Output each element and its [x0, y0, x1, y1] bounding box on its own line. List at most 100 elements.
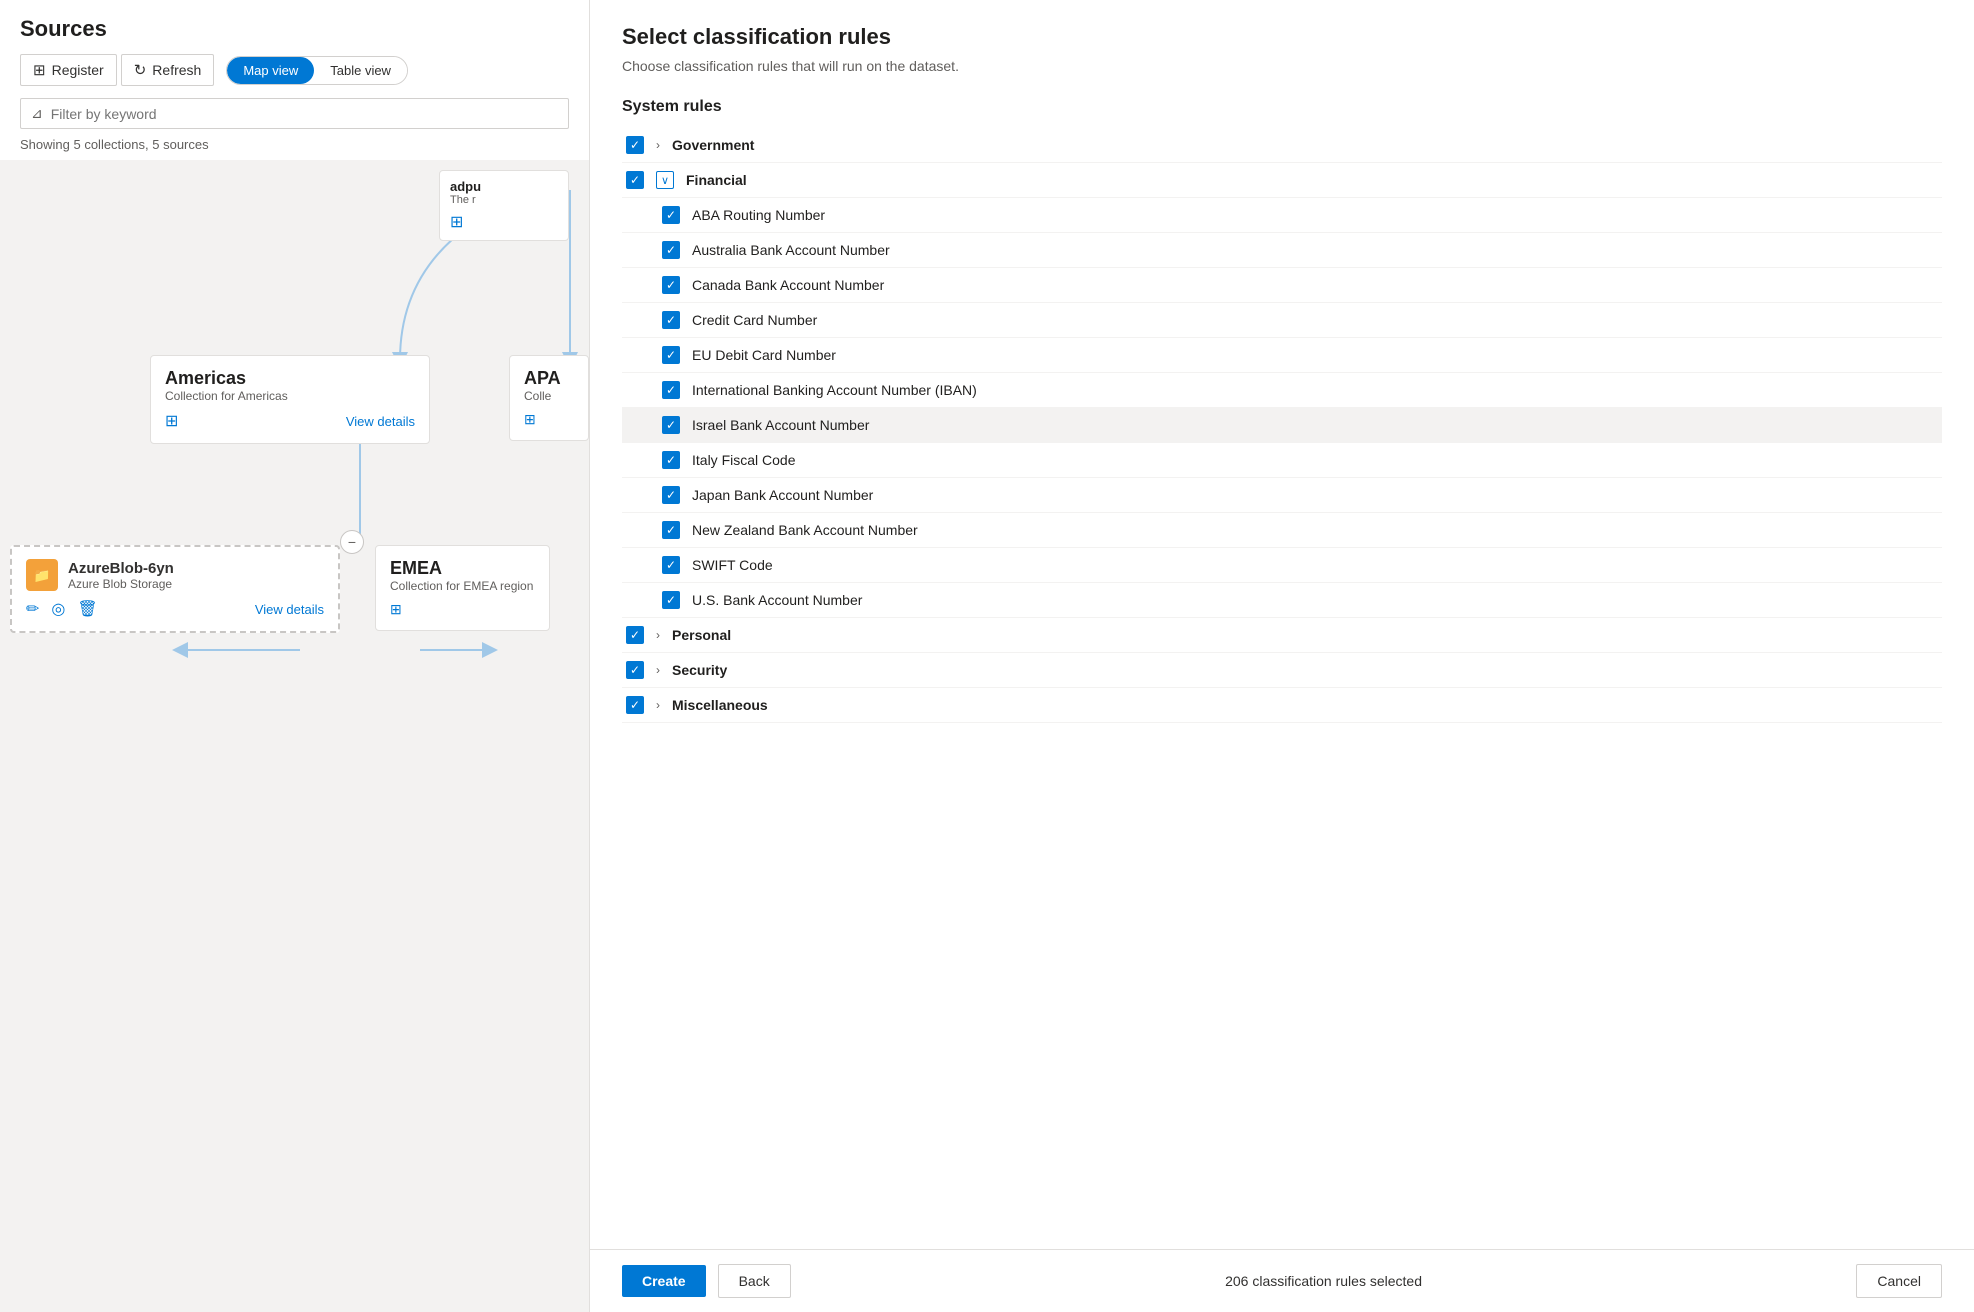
apac-name: APA [524, 368, 574, 389]
blob-view-details[interactable]: View details [255, 602, 324, 617]
blob-type: Azure Blob Storage [68, 577, 174, 591]
blob-card: 📁 AzureBlob-6yn Azure Blob Storage ✏ ◎ 🗑… [10, 545, 340, 633]
checkbox-australia[interactable] [662, 241, 680, 259]
left-panel: Sources ⊞ Register ↻ Refresh Map view Ta… [0, 0, 590, 1312]
left-header: Sources ⊞ Register ↻ Refresh Map view Ta… [0, 0, 589, 98]
rule-item-italy: Italy Fiscal Code [622, 443, 1942, 478]
label-eu-debit: EU Debit Card Number [692, 347, 836, 363]
adpu-card: adpu The r ⊞ [439, 170, 569, 241]
label-personal: Personal [672, 627, 731, 643]
chevron-security[interactable]: › [656, 663, 660, 677]
americas-sub: Collection for Americas [165, 389, 415, 403]
apac-card: APA Colle ⊞ [509, 355, 589, 441]
label-government: Government [672, 137, 754, 153]
checkbox-credit-card[interactable] [662, 311, 680, 329]
map-area: adpu The r ⊞ Americas Collection for Ame… [0, 160, 589, 1312]
refresh-button[interactable]: ↻ Refresh [121, 54, 215, 86]
toolbar: ⊞ Register ↻ Refresh Map view Table view [20, 54, 569, 86]
checkbox-canada[interactable] [662, 276, 680, 294]
register-button[interactable]: ⊞ Register [20, 54, 117, 86]
register-label: Register [52, 62, 104, 78]
register-icon: ⊞ [33, 61, 46, 79]
label-japan: Japan Bank Account Number [692, 487, 873, 503]
create-button[interactable]: Create [622, 1265, 706, 1297]
label-swift: SWIFT Code [692, 557, 773, 573]
rules-list: › Government ∨ Financial ABA Routing Num… [622, 128, 1942, 723]
chevron-financial[interactable]: ∨ [656, 171, 674, 189]
label-canada: Canada Bank Account Number [692, 277, 884, 293]
map-view-button[interactable]: Map view [227, 57, 314, 84]
emea-name: EMEA [390, 558, 535, 579]
adpu-desc: The r [450, 194, 558, 206]
adpu-icon: ⊞ [450, 212, 558, 232]
panel-desc: Choose classification rules that will ru… [622, 58, 1942, 74]
rule-item-swift: SWIFT Code [622, 548, 1942, 583]
checkbox-security[interactable] [626, 661, 644, 679]
grid-icon-adpu: ⊞ [450, 214, 463, 231]
checkbox-aba[interactable] [662, 206, 680, 224]
selection-count: 206 classification rules selected [803, 1273, 1845, 1289]
right-footer: Create Back 206 classification rules sel… [590, 1249, 1974, 1312]
rule-item-australia: Australia Bank Account Number [622, 233, 1942, 268]
table-view-button[interactable]: Table view [314, 57, 407, 84]
americas-footer: ⊞ View details [165, 411, 415, 431]
cancel-button[interactable]: Cancel [1856, 1264, 1942, 1298]
chevron-government[interactable]: › [656, 138, 660, 152]
blob-delete-icon[interactable]: 🗑 [77, 599, 97, 619]
label-aba: ABA Routing Number [692, 207, 825, 223]
blob-name: AzureBlob-6yn [68, 560, 174, 577]
panel-title: Select classification rules [622, 24, 1942, 50]
checkbox-swift[interactable] [662, 556, 680, 574]
label-iban: International Banking Account Number (IB… [692, 382, 977, 398]
checkbox-israel[interactable] [662, 416, 680, 434]
checkbox-new-zealand[interactable] [662, 521, 680, 539]
rule-item-aba: ABA Routing Number [622, 198, 1942, 233]
rule-item-canada: Canada Bank Account Number [622, 268, 1942, 303]
blob-actions: ✏ ◎ 🗑 View details [26, 599, 324, 619]
apac-sub: Colle [524, 389, 574, 403]
rule-item-us-bank: U.S. Bank Account Number [622, 583, 1942, 618]
chevron-miscellaneous[interactable]: › [656, 698, 660, 712]
back-button[interactable]: Back [718, 1264, 791, 1298]
label-security: Security [672, 662, 727, 678]
americas-name: Americas [165, 368, 415, 389]
label-italy: Italy Fiscal Code [692, 452, 795, 468]
checkbox-iban[interactable] [662, 381, 680, 399]
label-credit-card: Credit Card Number [692, 312, 817, 328]
checkbox-miscellaneous[interactable] [626, 696, 644, 714]
checkbox-us-bank[interactable] [662, 591, 680, 609]
label-financial: Financial [686, 172, 747, 188]
checkbox-government[interactable] [626, 136, 644, 154]
refresh-label: Refresh [152, 62, 201, 78]
sources-title: Sources [20, 16, 569, 42]
blob-edit-icon[interactable]: ✏ [26, 599, 39, 619]
rule-item-japan: Japan Bank Account Number [622, 478, 1942, 513]
right-content: Select classification rules Choose class… [590, 0, 1974, 1249]
rule-item-israel: Israel Bank Account Number [622, 408, 1942, 443]
filter-wrap: ⊿ [20, 98, 569, 129]
filter-input[interactable] [51, 106, 558, 122]
checkbox-italy[interactable] [662, 451, 680, 469]
checkbox-personal[interactable] [626, 626, 644, 644]
adpu-name: adpu [450, 179, 558, 194]
checkbox-japan[interactable] [662, 486, 680, 504]
checkbox-financial[interactable] [626, 171, 644, 189]
chevron-personal[interactable]: › [656, 628, 660, 642]
checkbox-eu-debit[interactable] [662, 346, 680, 364]
rule-item-government: › Government [622, 128, 1942, 163]
americas-view-details[interactable]: View details [346, 414, 415, 429]
rule-item-credit-card: Credit Card Number [622, 303, 1942, 338]
rule-item-personal: › Personal [622, 618, 1942, 653]
emea-sub: Collection for EMEA region [390, 579, 535, 593]
rule-item-miscellaneous: › Miscellaneous [622, 688, 1942, 723]
emea-card: EMEA Collection for EMEA region ⊞ [375, 545, 550, 631]
label-miscellaneous: Miscellaneous [672, 697, 768, 713]
label-australia: Australia Bank Account Number [692, 242, 890, 258]
collapse-button[interactable]: − [340, 530, 364, 554]
connectors-svg [0, 160, 589, 1312]
americas-card: Americas Collection for Americas ⊞ View … [150, 355, 430, 444]
blob-target-icon[interactable]: ◎ [51, 599, 65, 619]
label-new-zealand: New Zealand Bank Account Number [692, 522, 918, 538]
right-panel: Select classification rules Choose class… [590, 0, 1974, 1312]
rule-item-iban: International Banking Account Number (IB… [622, 373, 1942, 408]
